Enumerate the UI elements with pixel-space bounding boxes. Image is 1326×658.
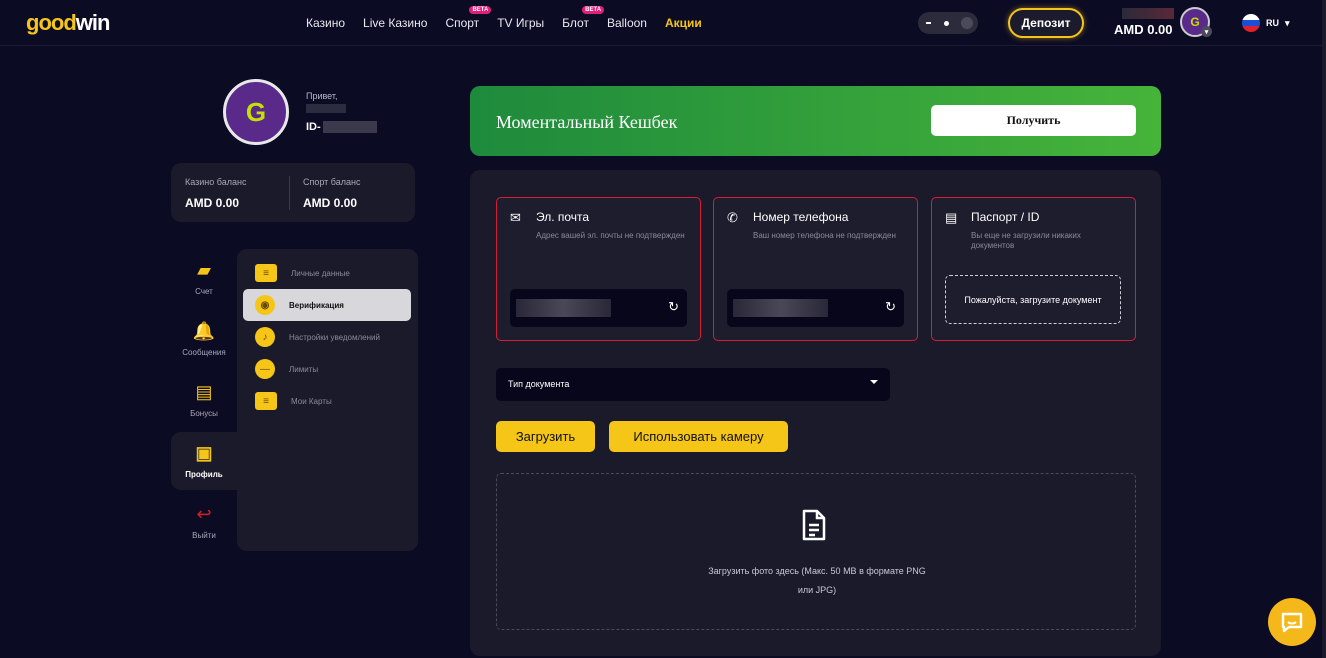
ticket-icon: ▤ <box>195 382 213 402</box>
upload-document-prompt[interactable]: Пожалуйста, загрузите документ <box>945 275 1121 324</box>
email-card: ✉ Эл. почта Адрес вашей эл. почты не под… <box>496 197 701 341</box>
id-card-icon: ▣ <box>195 443 213 463</box>
nav-promotions[interactable]: Акции <box>665 16 702 30</box>
user-id: ID- <box>306 121 377 133</box>
profile-avatar[interactable]: G <box>223 79 289 145</box>
language-selector[interactable]: RU ▾ <box>1242 14 1290 32</box>
email-field[interactable]: ↻ <box>510 289 687 327</box>
chevron-down-icon: ▾ <box>1201 26 1212 37</box>
use-camera-button[interactable]: Использовать камеру <box>609 421 788 452</box>
card-icon: ≡ <box>255 392 277 410</box>
minus-circle-icon: — <box>255 359 275 379</box>
side-item-logout[interactable]: ↩ Выйти <box>171 493 237 551</box>
submenu-my-cards[interactable]: ≡ Мои Карты <box>243 385 411 417</box>
nav-blot[interactable]: Блот BETA <box>562 6 605 30</box>
logout-icon: ↩ <box>196 504 212 524</box>
verification-panel: ✉ Эл. почта Адрес вашей эл. почты не под… <box>470 170 1161 656</box>
nav-casino[interactable]: Казино <box>306 16 345 30</box>
redacted-username <box>1122 8 1174 19</box>
profile-submenu: ≡ Личные данные ◉ Верификация ♪ Настройки у… <box>237 249 418 551</box>
submenu-verification[interactable]: ◉ Верификация <box>243 289 411 321</box>
bell-icon: 🔔 <box>192 321 216 341</box>
document-icon: ▤ <box>945 210 958 225</box>
beta-badge: BETA <box>469 6 492 14</box>
sport-balance: Спорт баланс AMD 0.00 <box>303 177 361 210</box>
nav-balloon[interactable]: Balloon <box>607 16 647 30</box>
redacted-name <box>306 104 346 113</box>
user-avatar[interactable]: G ▾ <box>1180 7 1212 37</box>
logo[interactable]: goodwin <box>26 10 110 36</box>
balances-card: Казино баланс AMD 0.00 Спорт баланс AMD … <box>171 163 415 222</box>
submenu-personal-data[interactable]: ≡ Личные данные <box>243 257 411 289</box>
nav-sport[interactable]: Спорт BETA <box>445 6 492 30</box>
caret-down-icon <box>870 380 878 384</box>
cashback-title: Моментальный Кешбек <box>496 112 678 132</box>
side-item-messages[interactable]: 🔔 Сообщения <box>171 310 237 368</box>
submenu-notification-settings[interactable]: ♪ Настройки уведомлений <box>243 321 411 353</box>
upload-button[interactable]: Загрузить <box>496 421 595 452</box>
casino-balance: Казино баланс AMD 0.00 <box>185 177 247 210</box>
greeting: Привет, <box>306 91 338 101</box>
document-type-select[interactable]: Тип документа <box>496 368 890 401</box>
russia-flag-icon <box>1242 14 1260 32</box>
refresh-icon[interactable]: ↻ <box>668 299 679 315</box>
theme-toggle[interactable] <box>918 12 978 34</box>
photo-drop-zone[interactable]: Загрузить фото здесь (Макс. 50 MB в форм… <box>496 473 1136 630</box>
beta-badge: BETA <box>582 6 605 14</box>
document-icon <box>802 509 826 541</box>
cashback-banner: Моментальный Кешбек Получить <box>470 86 1161 156</box>
refresh-icon[interactable]: ↻ <box>885 299 896 315</box>
mail-icon: ✉ <box>510 210 521 225</box>
phone-card: ✆ Номер телефона Ваш номер телефона не п… <box>713 197 918 341</box>
deposit-button[interactable]: Депозит <box>1008 8 1084 38</box>
chevron-down-icon: ▾ <box>1285 17 1290 28</box>
support-chat-button[interactable] <box>1268 598 1316 646</box>
scrollbar[interactable] <box>1322 0 1326 658</box>
cashback-claim-button[interactable]: Получить <box>931 105 1136 136</box>
phone-icon: ✆ <box>727 210 738 225</box>
wallet-icon: ▰ <box>197 260 211 280</box>
nav-live-casino[interactable]: Live Казино <box>363 16 427 30</box>
verification-icon: ◉ <box>255 295 275 315</box>
drop-zone-text: Загрузить фото здесь (Макс. 50 MB в форм… <box>708 566 926 595</box>
passport-card: ▤ Паспорт / ID Вы еще не загрузили никак… <box>931 197 1136 341</box>
chat-icon <box>1281 612 1303 633</box>
side-item-profile[interactable]: ▣ Профиль <box>171 432 237 490</box>
nav-tv-games[interactable]: TV Игры <box>497 16 544 30</box>
header-balance: AMD 0.00 <box>1114 22 1173 37</box>
phone-field[interactable]: ↻ <box>727 289 904 327</box>
top-bar: goodwin Казино Live Казино Спорт BETA TV … <box>0 0 1326 46</box>
side-rail: ▰ Счет 🔔 Сообщения ▤ Бонусы ▣ Профиль ↩ Выйти <box>171 249 237 549</box>
side-item-account[interactable]: ▰ Счет <box>171 249 237 307</box>
submenu-limits[interactable]: — Лимиты <box>243 353 411 385</box>
main-nav: Казино Live Казино Спорт BETA TV Игры Бло… <box>306 6 720 30</box>
side-item-bonuses[interactable]: ▤ Бонусы <box>171 371 237 429</box>
id-card-icon: ≡ <box>255 264 277 282</box>
bell-icon: ♪ <box>255 327 275 347</box>
